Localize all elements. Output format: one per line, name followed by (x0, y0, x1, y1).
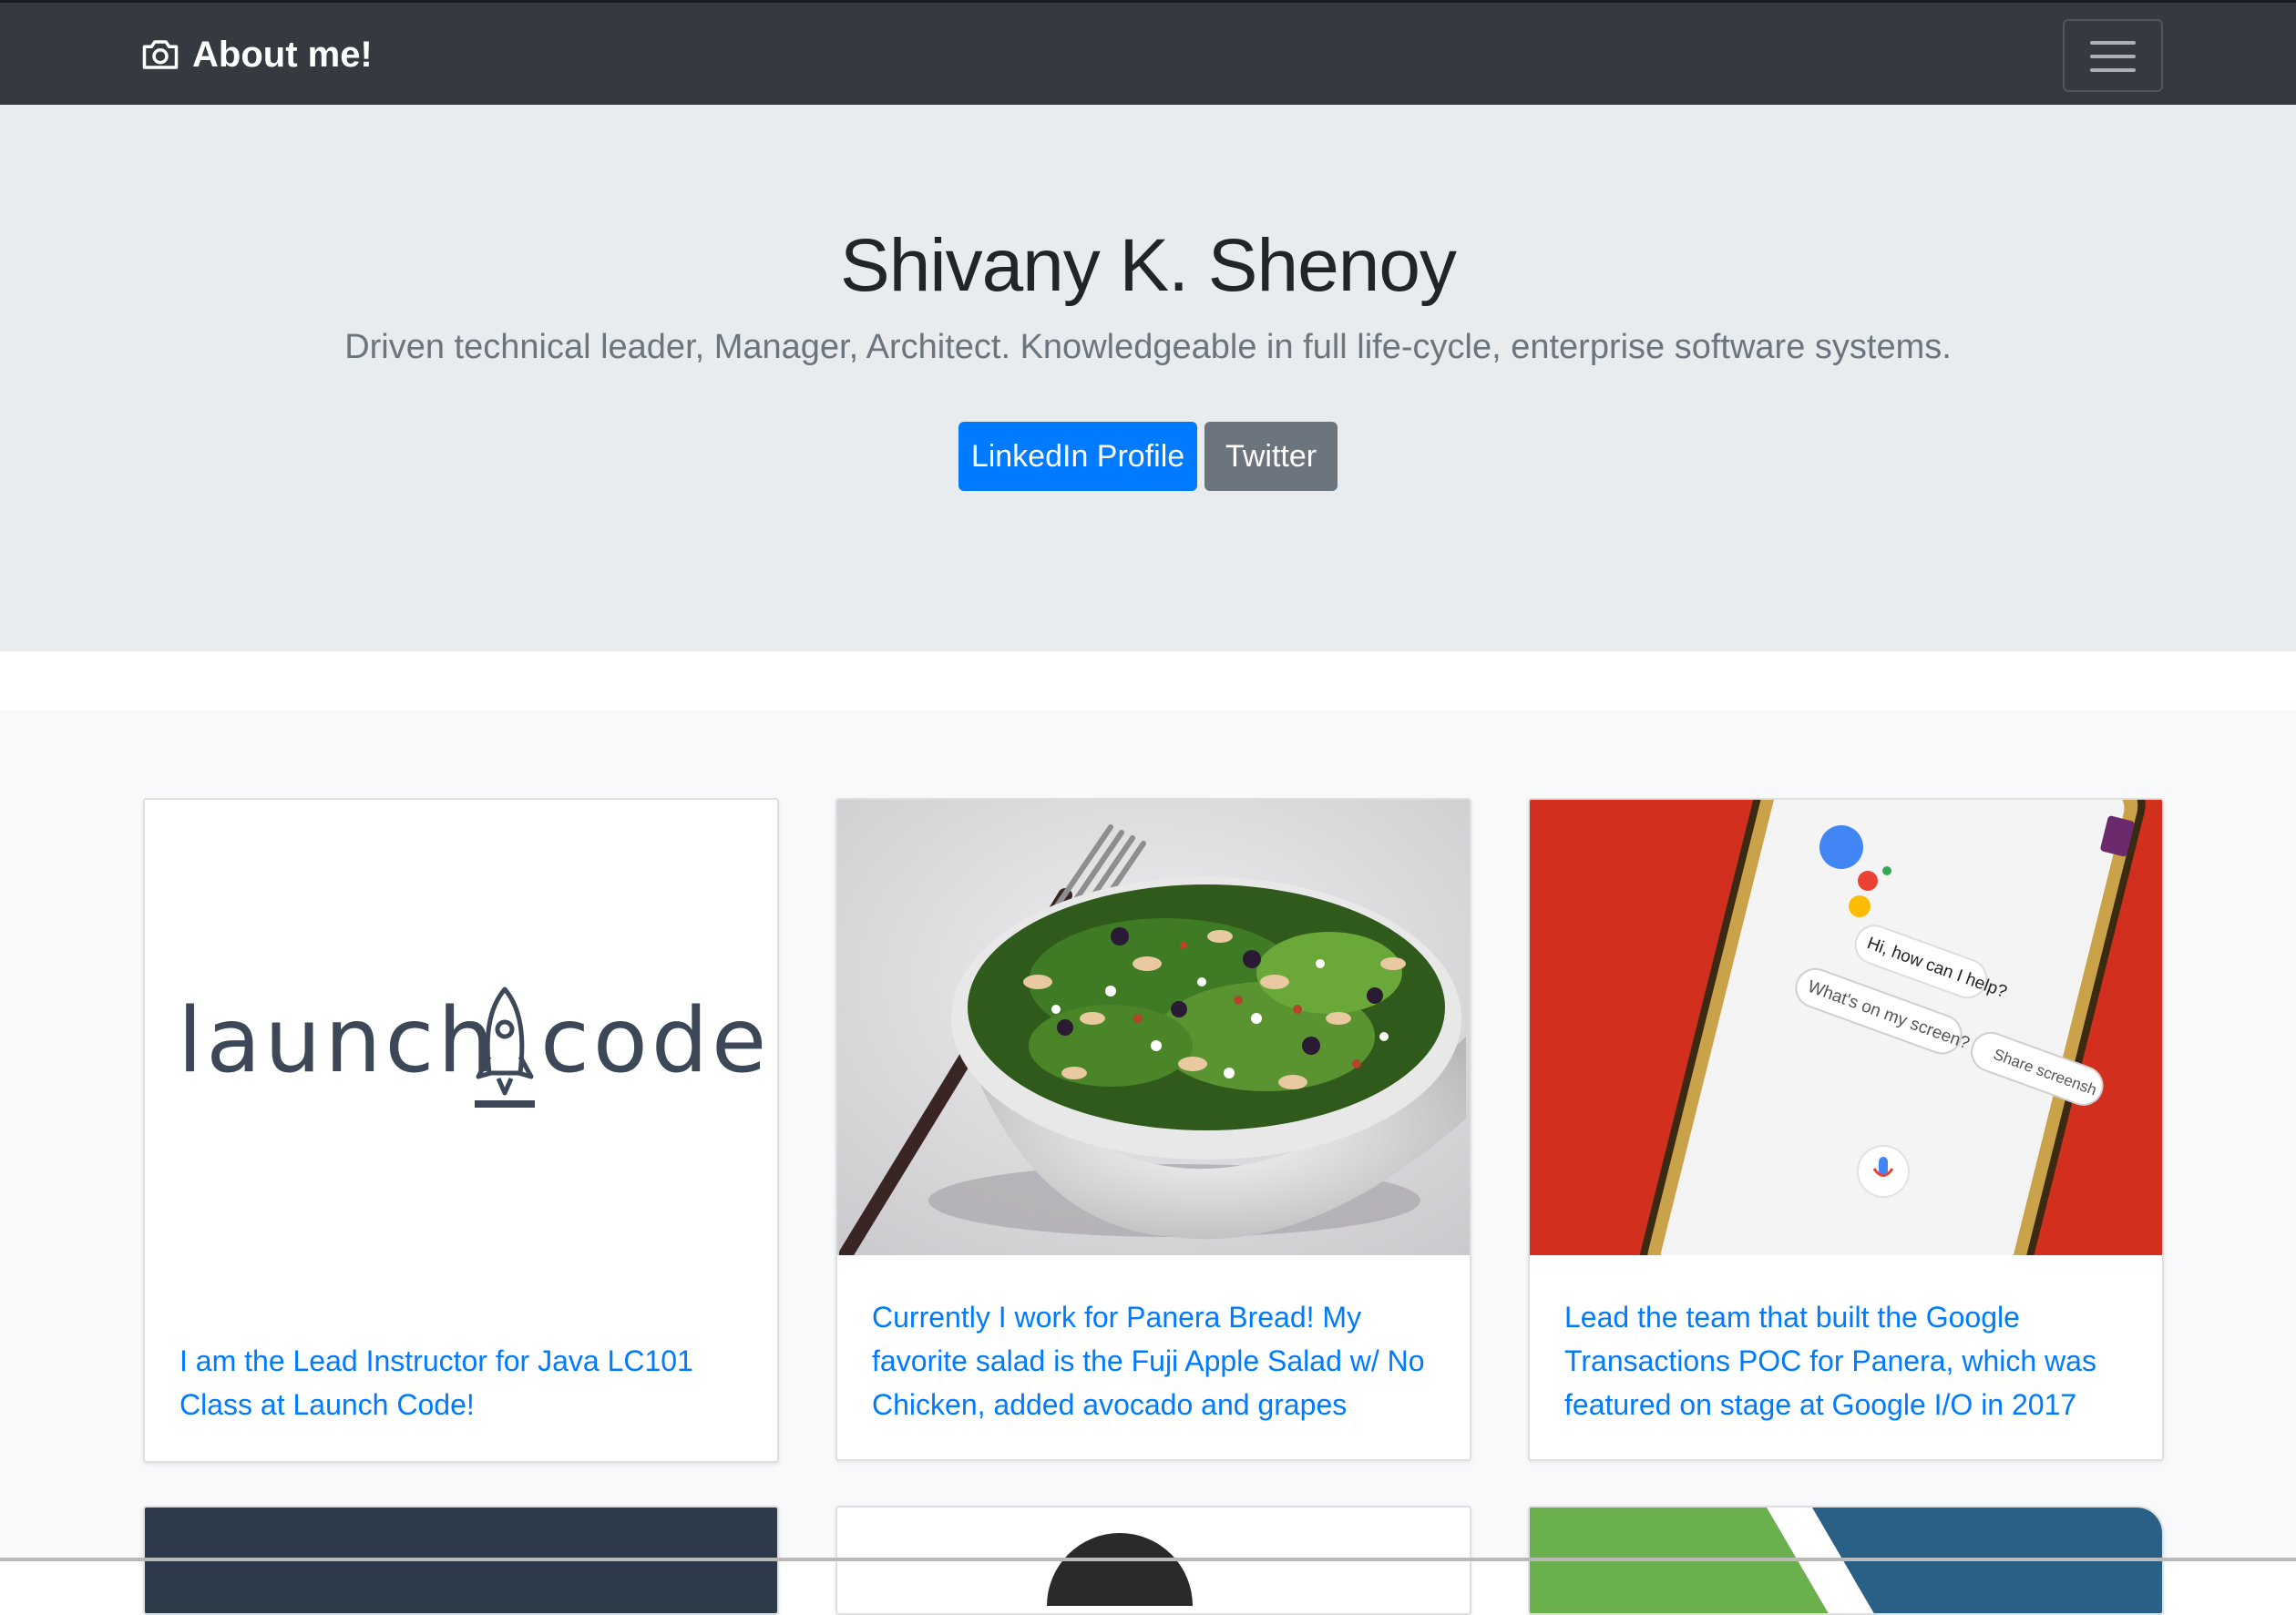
hero-tagline: Driven technical leader, Manager, Archit… (344, 328, 1952, 366)
logo-word-code: code (540, 989, 770, 1093)
navbar-brand[interactable]: About me! (141, 32, 373, 77)
hamburger-icon (2090, 41, 2136, 45)
google-assistant-phone-photo: Hi, how can I help? What's on my screen?… (1530, 800, 2162, 1255)
logo-word-launch: launch (178, 989, 498, 1093)
twitter-button[interactable]: Twitter (1204, 422, 1338, 491)
card-image-dark (145, 1508, 777, 1613)
hero-buttons: LinkedIn Profile Twitter (0, 422, 2296, 491)
brand-text: About me! (192, 34, 373, 75)
salad-bowl-photo (837, 800, 1470, 1255)
card-image-colorful (1530, 1508, 2162, 1613)
hero-title: Shivany K. Shenoy (840, 224, 1457, 307)
card-panera: Currently I work for Panera Bread! My fa… (835, 798, 1471, 1461)
navbar-toggler-button[interactable] (2063, 19, 2163, 92)
linkedin-button[interactable]: LinkedIn Profile (958, 422, 1197, 491)
card-text[interactable]: Currently I work for Panera Bread! My fa… (872, 1295, 1435, 1426)
hero-section: Shivany K. Shenoy Driven technical leade… (0, 105, 2296, 651)
bottom-divider (0, 1558, 2296, 1561)
album-section: launch code I am the Lead Instructor for… (0, 710, 2296, 1615)
launchcode-logo: launch code (145, 800, 777, 1255)
card-google: Hi, how can I help? What's on my screen?… (1528, 798, 2164, 1461)
card-text[interactable]: I am the Lead Instructor for Java LC101 … (179, 1339, 743, 1426)
navbar: About me! (0, 0, 2296, 105)
camera-icon (142, 40, 179, 69)
card-text[interactable]: Lead the team that built the Google Tran… (1564, 1295, 2127, 1426)
card-launchcode: launch code I am the Lead Instructor for… (143, 798, 779, 1463)
